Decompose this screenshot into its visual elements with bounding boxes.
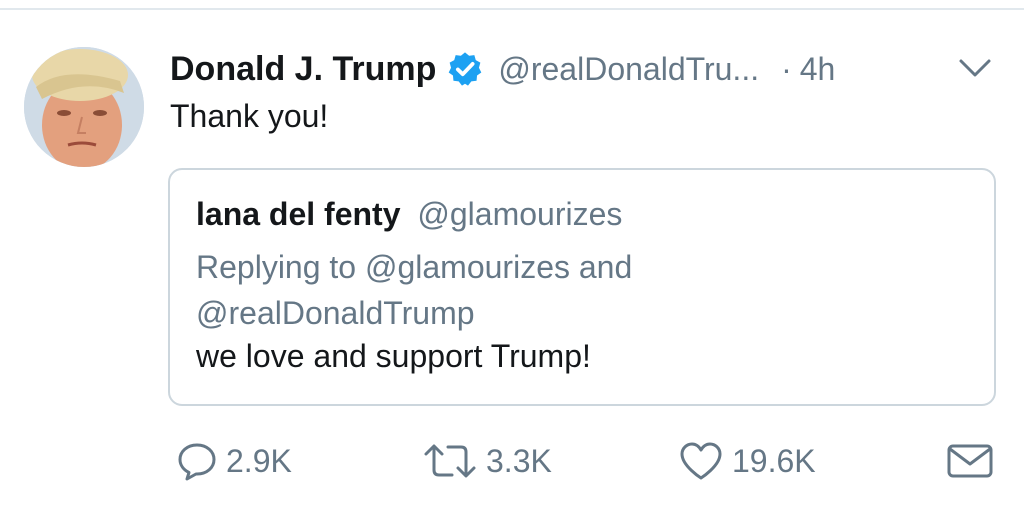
reply-icon <box>178 443 216 481</box>
chevron-down-icon[interactable] <box>957 56 993 80</box>
avatar[interactable] <box>24 47 144 167</box>
verified-badge-icon <box>446 50 484 88</box>
retweet-icon <box>424 444 476 478</box>
quoted-replying-to: Replying to @glamourizes and @realDonald… <box>196 249 633 331</box>
time-separator: · <box>781 50 792 87</box>
retweet-count: 3.3K <box>486 442 552 479</box>
tweet-actions: 2.9K 3.3K 19.6K <box>0 436 1024 486</box>
heart-icon <box>680 442 722 480</box>
tweet-timestamp[interactable]: 4h <box>800 51 836 88</box>
direct-message-button[interactable] <box>946 436 994 486</box>
retweet-button[interactable]: 3.3K <box>422 436 552 486</box>
quoted-tweet-card[interactable]: lana del fenty @glamourizes Replying to … <box>168 168 996 406</box>
author-display-name[interactable]: Donald J. Trump <box>170 50 436 89</box>
top-divider <box>0 8 1024 10</box>
avatar-image <box>24 47 144 167</box>
like-count: 19.6K <box>732 442 816 479</box>
reply-button[interactable]: 2.9K <box>176 436 292 486</box>
like-button[interactable]: 19.6K <box>678 436 816 486</box>
quoted-tweet-text: we love and support Trump! <box>196 338 591 374</box>
reply-count: 2.9K <box>226 442 292 479</box>
quoted-tweet-header: lana del fenty @glamourizes <box>196 196 622 233</box>
tweet-text: Thank you! <box>170 98 329 134</box>
author-handle[interactable]: @realDonaldTru... <box>498 51 759 88</box>
tweet-header: Donald J. Trump @realDonaldTru... · 4h <box>170 44 835 94</box>
quoted-author-handle: @glamourizes <box>417 196 623 232</box>
quoted-author-name: lana del fenty <box>196 196 401 232</box>
envelope-icon <box>947 444 993 478</box>
